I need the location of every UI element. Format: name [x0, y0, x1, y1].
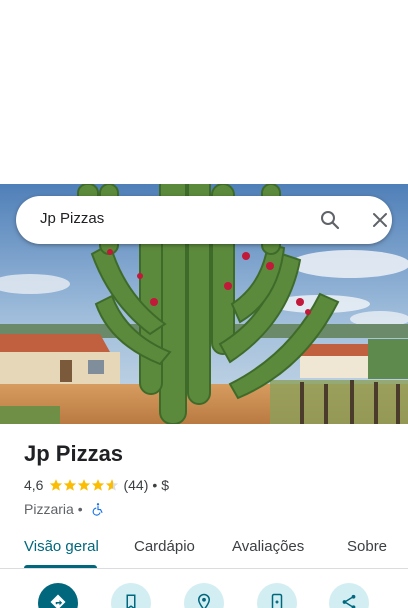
tab-overview[interactable]: Visão geral — [24, 538, 99, 555]
category-row: Pizzaria • — [24, 500, 384, 518]
half-star-icon — [106, 479, 119, 491]
nearby-button[interactable] — [184, 583, 224, 608]
price-level: $ — [161, 477, 170, 493]
place-category: Pizzaria — [24, 501, 74, 517]
separator-dot: • — [152, 477, 158, 493]
separator-dot: • — [77, 501, 83, 517]
tab-menu[interactable]: Cardápio — [134, 538, 195, 555]
search-input[interactable]: Jp Pizzas — [40, 210, 104, 227]
send-to-phone-button[interactable] — [257, 583, 297, 608]
close-icon[interactable] — [368, 208, 392, 232]
star-icon — [64, 479, 77, 491]
reviews-count[interactable]: (44) — [123, 477, 148, 493]
share-button[interactable] — [329, 583, 369, 608]
place-tabs: Visão geral Cardápio Avaliações Sobre — [0, 528, 408, 569]
place-title: Jp Pizzas — [24, 441, 124, 466]
rating-row[interactable]: 4,6 (44) • $ — [24, 476, 384, 494]
star-rating — [49, 478, 119, 492]
tab-reviews[interactable]: Avaliações — [232, 538, 304, 555]
search-bar[interactable]: Jp Pizzas — [16, 196, 392, 244]
save-button[interactable] — [111, 583, 151, 608]
star-icon — [92, 479, 105, 491]
nearby-icon — [197, 593, 211, 608]
send-to-phone-icon — [271, 593, 283, 608]
search-icon[interactable] — [318, 208, 342, 232]
map-area — [0, 0, 408, 184]
directions-icon — [50, 594, 66, 608]
directions-button[interactable] — [38, 583, 78, 608]
rating-value: 4,6 — [24, 477, 44, 493]
active-tab-indicator — [24, 565, 97, 568]
bookmark-icon — [126, 594, 136, 608]
wheelchair-accessible-icon[interactable] — [91, 502, 105, 516]
place-info: Jp Pizzas 4,6 (44) • $ Pizzaria • — [24, 440, 384, 518]
share-icon — [342, 594, 356, 608]
star-icon — [50, 479, 63, 491]
action-buttons — [0, 580, 408, 608]
star-icon — [78, 479, 91, 491]
tab-about[interactable]: Sobre — [347, 538, 387, 555]
